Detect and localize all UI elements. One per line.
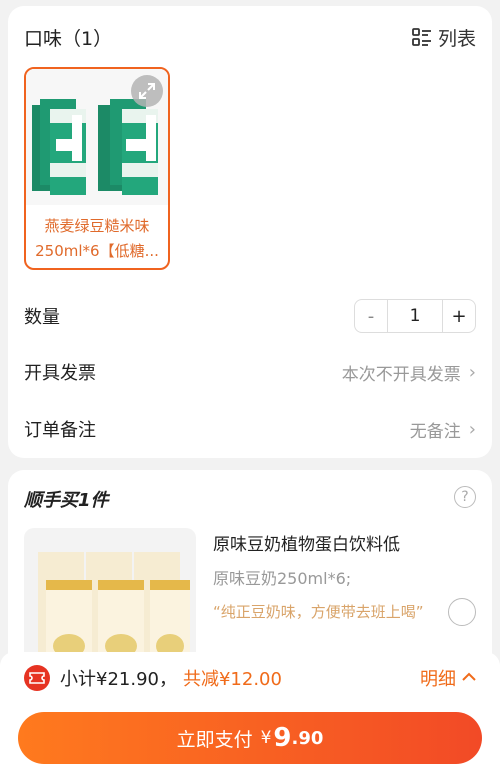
discount-text: 共减¥12.00 [182, 669, 282, 690]
flavor-title: 口味（1） [24, 27, 113, 50]
quantity-value[interactable]: 1 [387, 300, 443, 332]
pay-decimal: .90 [291, 727, 324, 749]
decrease-button[interactable]: - [355, 300, 387, 332]
addon-description: “纯正豆奶味，方便带去班上喝” [213, 603, 424, 621]
invoice-value: 本次不开具发票 › [342, 360, 476, 385]
addon-title: 顺手买1件 [24, 490, 109, 511]
pay-currency: ¥ [260, 728, 272, 748]
list-icon [412, 28, 431, 46]
coupon-icon [24, 665, 50, 691]
note-value-text: 无备注 [409, 421, 461, 442]
addon-name: 原味豆奶植物蛋白饮料低 [213, 535, 400, 555]
note-row[interactable]: 订单备注 无备注 › [24, 411, 476, 447]
pay-label: 立即支付 [176, 728, 253, 751]
order-options-card: 口味（1） 列表 燕麦绿豆糙米味 250ml*6【低糖... 数量 - 1 + … [8, 6, 492, 458]
expand-image-button[interactable] [131, 75, 163, 107]
addon-select-radio[interactable] [448, 598, 476, 626]
list-label: 列表 [437, 27, 476, 50]
chevron-right-icon: › [468, 418, 476, 440]
detail-toggle[interactable]: 明细 [420, 665, 476, 691]
checkout-bar: 小计¥21.90， 共减¥12.00 明细 立即支付 ¥ 9 .90 [0, 652, 500, 776]
expand-icon [139, 83, 155, 99]
detail-label: 明细 [420, 669, 456, 690]
increase-button[interactable]: + [443, 300, 475, 332]
help-icon[interactable]: ? [454, 486, 476, 508]
chevron-up-icon [462, 670, 476, 686]
addon-card: 顺手买1件 ? 原味豆奶植物蛋白饮料低 原味豆奶250ml*6; “纯正豆奶味，… [8, 470, 492, 670]
addon-product-image [24, 528, 196, 670]
invoice-row[interactable]: 开具发票 本次不开具发票 › [24, 354, 476, 390]
note-label: 订单备注 [24, 420, 96, 441]
invoice-value-text: 本次不开具发票 [341, 364, 461, 385]
invoice-label: 开具发票 [24, 363, 96, 384]
note-value: 无备注 › [410, 417, 476, 442]
list-view-toggle[interactable]: 列表 [412, 24, 476, 51]
price-summary: 小计¥21.90， 共减¥12.00 明细 [24, 662, 476, 694]
pay-now-button[interactable]: 立即支付 ¥ 9 .90 [18, 712, 482, 764]
chevron-right-icon: › [468, 361, 476, 383]
flavor-header: 口味（1） 列表 [24, 22, 476, 52]
quantity-row: 数量 - 1 + [24, 298, 476, 334]
quantity-stepper: - 1 + [354, 299, 476, 333]
flavor-caption: 燕麦绿豆糙米味 250ml*6【低糖... [26, 214, 168, 264]
flavor-caption-line1: 燕麦绿豆糙米味 [44, 217, 150, 235]
flavor-caption-line2: 250ml*6【低糖... [35, 242, 159, 260]
quantity-label: 数量 [24, 307, 60, 328]
flavor-option-tile[interactable]: 燕麦绿豆糙米味 250ml*6【低糖... [24, 67, 170, 270]
addon-spec: 原味豆奶250ml*6; [213, 569, 352, 588]
pay-amount: 9 [273, 723, 292, 753]
subtotal-text: 小计¥21.90， [60, 669, 177, 690]
